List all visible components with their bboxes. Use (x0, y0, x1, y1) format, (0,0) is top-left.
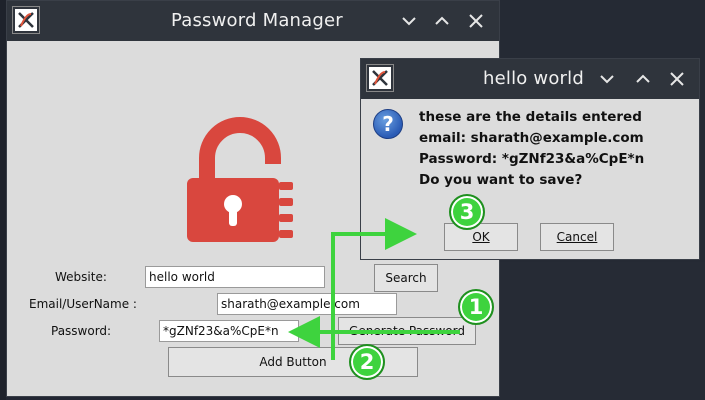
confirm-dialog: hello world ? these are the details ente… (360, 58, 700, 260)
main-titlebar[interactable]: Password Manager (7, 1, 499, 41)
generate-password-button[interactable]: Generate Password (338, 317, 476, 345)
x-app-icon (12, 6, 40, 34)
dialog-titlebar[interactable]: hello world (361, 59, 699, 99)
close-icon (469, 14, 483, 28)
chevron-down-icon (600, 75, 614, 84)
step-badge-2: 2 (349, 344, 385, 380)
close-icon (670, 72, 684, 86)
chevron-down-icon (402, 17, 416, 26)
ok-button[interactable]: OK (444, 223, 518, 251)
dialog-message-line: Password: *gZNf23&a%CpE*n (419, 151, 645, 167)
dialog-message-line: Do you want to save? (419, 172, 583, 188)
dialog-message-line: these are the details entered (419, 109, 642, 125)
password-input[interactable]: *gZNf23&a%CpE*n (159, 320, 299, 342)
x-app-icon (366, 64, 394, 92)
editor-background-right-lower (500, 262, 705, 400)
chevron-up-icon (636, 74, 650, 83)
dialog-minimize-button[interactable] (595, 67, 619, 91)
step-badge-1: 1 (458, 289, 494, 325)
dialog-message-line: email: sharath@example.com (419, 130, 644, 146)
close-button[interactable] (464, 9, 488, 33)
dialog-close-button[interactable] (665, 67, 689, 91)
password-label: Password: (51, 324, 112, 338)
question-icon: ? (373, 109, 403, 139)
website-label: Website: (55, 270, 107, 284)
search-button[interactable]: Search (374, 264, 438, 292)
email-input[interactable]: sharath@example.com (217, 293, 397, 315)
email-label: Email/UserName : (29, 297, 137, 311)
website-input[interactable]: hello world (145, 266, 325, 288)
main-window-title: Password Manager (171, 10, 343, 31)
cancel-button[interactable]: Cancel (540, 223, 614, 251)
lock-icon (187, 117, 293, 242)
dialog-title: hello world (483, 68, 584, 89)
maximize-button[interactable] (430, 9, 454, 33)
step-badge-3: 3 (449, 194, 485, 230)
minimize-button[interactable] (397, 9, 421, 33)
chevron-up-icon (435, 16, 449, 25)
dialog-maximize-button[interactable] (631, 67, 655, 91)
cancel-button-label: Cancel (556, 230, 598, 244)
ok-button-label: OK (472, 230, 490, 244)
